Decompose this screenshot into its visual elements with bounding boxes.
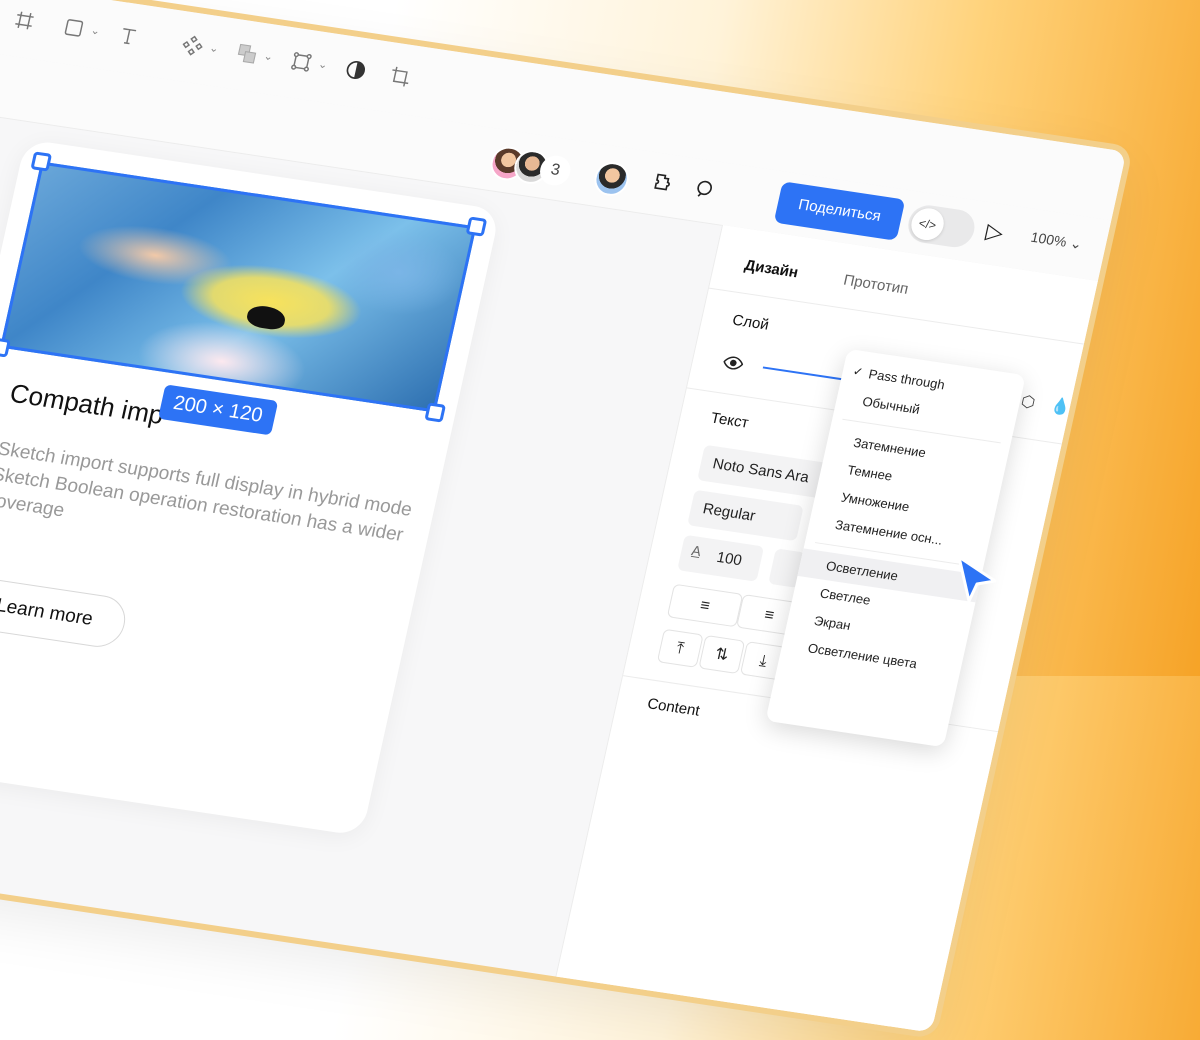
boolean-chevron-down-icon[interactable]: ⌄: [263, 49, 275, 63]
frame-tool-icon[interactable]: [8, 8, 39, 37]
selection-box: [0, 161, 477, 413]
text-tool-icon[interactable]: [112, 23, 143, 52]
plugin-icon[interactable]: [647, 170, 678, 199]
tab-design[interactable]: Дизайн: [743, 257, 800, 282]
align-middle-button[interactable]: ⇅: [698, 634, 746, 675]
comment-icon[interactable]: [688, 176, 719, 205]
component-tool-icon[interactable]: [177, 33, 208, 62]
text-section-title: Текст: [709, 409, 751, 432]
content-section-title: Content: [645, 695, 702, 720]
path-tool-icon[interactable]: [285, 49, 316, 78]
code-icon: </>: [908, 206, 947, 243]
font-weight-field[interactable]: Regular: [687, 489, 804, 542]
path-chevron-down-icon[interactable]: ⌄: [317, 58, 329, 72]
preview-card[interactable]: Compath imp 200 × 120 Sketch import supp…: [0, 138, 501, 837]
current-user-avatar[interactable]: [591, 159, 633, 199]
card-description[interactable]: Sketch import supports full display in h…: [0, 437, 436, 578]
boolean-tool-icon[interactable]: [231, 41, 262, 70]
cursor-arrow-icon: [957, 555, 997, 603]
contrast-tool-icon[interactable]: [340, 57, 371, 86]
dimension-label: 200 × 120: [157, 384, 278, 436]
resize-handle-bottom-right[interactable]: [424, 402, 447, 423]
font-size-field[interactable]: 100: [677, 534, 765, 582]
resize-handle-top-right[interactable]: [465, 216, 488, 237]
learn-more-button[interactable]: Learn more: [0, 575, 131, 651]
app-window: ⌄ ⌄ ⌄ ⌄ 3 Поделиться </> ▷ 100% ⌄ Compat…: [0, 0, 1127, 1033]
component-chevron-down-icon[interactable]: ⌄: [208, 41, 220, 55]
align-top-button[interactable]: ⤒: [656, 628, 704, 668]
card-title[interactable]: Compath imp: [7, 378, 166, 431]
crop-tool-icon[interactable]: [384, 64, 415, 93]
hexagon-icon[interactable]: ⬡: [1019, 391, 1037, 413]
rectangle-tool-icon[interactable]: [58, 15, 89, 44]
rectangle-chevron-down-icon[interactable]: ⌄: [89, 24, 101, 38]
eye-icon[interactable]: [721, 353, 745, 377]
opacity-slider[interactable]: [762, 366, 843, 381]
layer-section-title: Слой: [730, 311, 771, 334]
drop-icon[interactable]: 💧: [1049, 396, 1073, 419]
align-left-button[interactable]: ≡: [666, 583, 744, 628]
tab-prototype[interactable]: Прототип: [842, 272, 910, 298]
